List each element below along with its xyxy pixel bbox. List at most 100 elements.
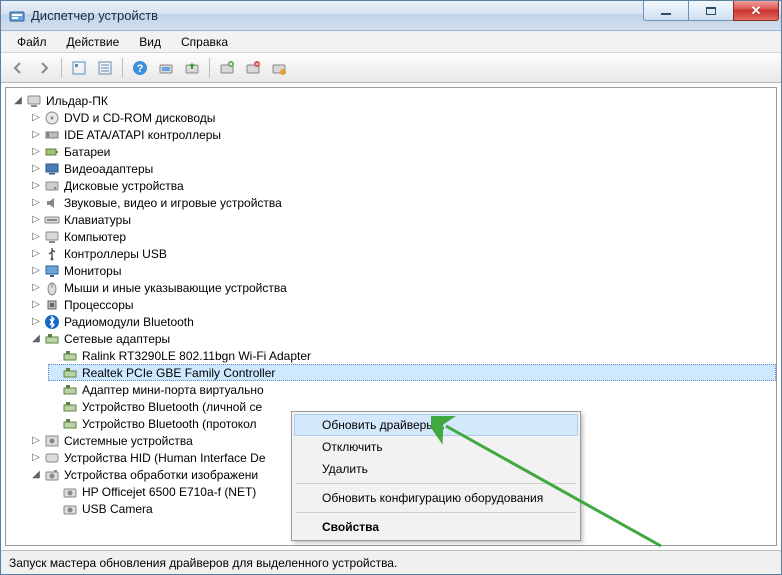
expand-icon[interactable]: ▷ [30,452,42,464]
keyboard-icon [44,212,60,228]
tree-device-label: Ralink RT3290LE 802.11bgn Wi-Fi Adapter [82,349,311,363]
imaging-icon [44,467,60,483]
toolbar-separator [122,58,123,78]
status-text: Запуск мастера обновления драйверов для … [9,556,397,570]
expand-icon[interactable]: ▷ [30,265,42,277]
tree-category-label: Компьютер [64,230,126,244]
tree-device[interactable]: ▷Realtek PCIe GBE Family Controller [48,364,776,381]
expand-icon[interactable]: ▷ [30,112,42,124]
cm-delete[interactable]: Удалить [294,458,578,480]
menu-file[interactable]: Файл [7,33,57,51]
tree-device[interactable]: ▷Ralink RT3290LE 802.11bgn Wi-Fi Adapter [48,347,776,364]
ide-controller-icon [44,127,60,143]
network-device-icon [62,348,78,364]
toolbar-scan[interactable] [154,56,178,80]
tree-category[interactable]: ▷Мониторы [30,262,776,279]
tree-category[interactable]: ▷DVD и CD-ROM дисководы [30,109,776,126]
computer-icon [44,229,60,245]
toolbar-enable[interactable] [267,56,291,80]
tree-category-label: Системные устройства [64,434,193,448]
tree-category[interactable]: ▷ Звуковые, видео и игровые устройства [30,194,776,211]
expand-icon[interactable]: ▷ [30,129,42,141]
network-device-icon [62,416,78,432]
tree-category-label: Мыши и иные указывающие устройства [64,281,287,295]
tree-category[interactable]: ▷ Процессоры [30,296,776,313]
expand-icon[interactable]: ▷ [30,146,42,158]
tree-category[interactable]: ▷ IDE ATA/ATAPI контроллеры [30,126,776,143]
menu-view[interactable]: Вид [129,33,171,51]
toolbar-back[interactable] [6,56,30,80]
expand-icon[interactable]: ▷ [30,214,42,226]
tree-device-label: HP Officejet 6500 E710a-f (NET) [82,485,256,499]
expand-icon[interactable]: ▷ [30,180,42,192]
tree-category[interactable]: ▷ Видеоадаптеры [30,160,776,177]
tree-category[interactable]: ▷Батареи [30,143,776,160]
expand-icon[interactable]: ▷ [30,435,42,447]
close-button[interactable]: ✕ [733,1,779,21]
computer-root-icon [26,93,42,109]
toolbar-show-hidden[interactable] [67,56,91,80]
svg-text:?: ? [137,63,144,75]
tree-device[interactable]: ▷Адаптер мини-порта виртуально [48,381,776,398]
maximize-button[interactable] [688,1,734,21]
battery-icon [44,144,60,160]
toolbar-forward[interactable] [32,56,56,80]
tree-category-label: Клавиатуры [64,213,131,227]
expand-icon[interactable]: ▷ [30,248,42,260]
collapse-icon[interactable]: ◢ [12,95,24,107]
hid-icon [44,450,60,466]
tree-category-label: Видеоадаптеры [64,162,153,176]
cm-disable[interactable]: Отключить [294,436,578,458]
toolbar-uninstall[interactable] [215,56,239,80]
expand-icon[interactable]: ▷ [30,197,42,209]
tree-category[interactable]: ▷Контроллеры USB [30,245,776,262]
cm-update-drivers[interactable]: Обновить драйверы... [294,414,578,436]
expand-icon[interactable]: ▷ [30,299,42,311]
tree-category-label: Сетевые адаптеры [64,332,170,346]
bluetooth-icon [44,314,60,330]
toolbar-help[interactable]: ? [128,56,152,80]
network-device-icon [62,382,78,398]
toolbar: ? [1,53,781,83]
expand-icon[interactable]: ▷ [30,316,42,328]
tree-category-label: IDE ATA/ATAPI контроллеры [64,128,221,142]
statusbar: Запуск мастера обновления драйверов для … [1,550,781,574]
collapse-icon[interactable]: ◢ [30,469,42,481]
expand-icon[interactable]: ▷ [30,282,42,294]
toolbar-separator [209,58,210,78]
toolbar-disable[interactable] [241,56,265,80]
audio-icon [44,195,60,211]
expand-icon[interactable]: ▷ [30,163,42,175]
tree-category-label: Процессоры [64,298,134,312]
tree-device-label: Realtek PCIe GBE Family Controller [82,366,275,380]
display-adapter-icon [44,161,60,177]
tree-category[interactable]: ◢ Сетевые адаптеры [30,330,776,347]
tree-device-label: Устройство Bluetooth (личной се [82,400,262,414]
tree-category[interactable]: ▷ Радиомодули Bluetooth [30,313,776,330]
tree-root[interactable]: ◢Ильдар-ПК [12,92,776,109]
toolbar-properties[interactable] [93,56,117,80]
app-icon [9,8,25,24]
tree-category[interactable]: ▷ Дисковые устройства [30,177,776,194]
toolbar-update-driver[interactable] [180,56,204,80]
cm-scan-hardware[interactable]: Обновить конфигурацию оборудования [294,487,578,509]
expand-icon[interactable]: ▷ [30,231,42,243]
tree-category-label: Звуковые, видео и игровые устройства [64,196,282,210]
cm-properties[interactable]: Свойства [294,516,578,538]
menu-help[interactable]: Справка [171,33,238,51]
tree-category-label: Радиомодули Bluetooth [64,315,194,329]
tree-category[interactable]: ▷ Компьютер [30,228,776,245]
tree-category[interactable]: ▷ Клавиатуры [30,211,776,228]
menu-action[interactable]: Действие [57,33,130,51]
tree-category[interactable]: ▷ Мыши и иные указывающие устройства [30,279,776,296]
tree-category-label: Устройства HID (Human Interface De [64,451,266,465]
tree-category-label: Дисковые устройства [64,179,184,193]
minimize-button[interactable] [643,1,689,21]
system-icon [44,433,60,449]
network-device-icon [62,365,78,381]
imaging-device-icon [62,484,78,500]
tree-category-label: Устройства обработки изображени [64,468,258,482]
network-adapter-icon [44,331,60,347]
collapse-icon[interactable]: ◢ [30,333,42,345]
disk-icon [44,178,60,194]
